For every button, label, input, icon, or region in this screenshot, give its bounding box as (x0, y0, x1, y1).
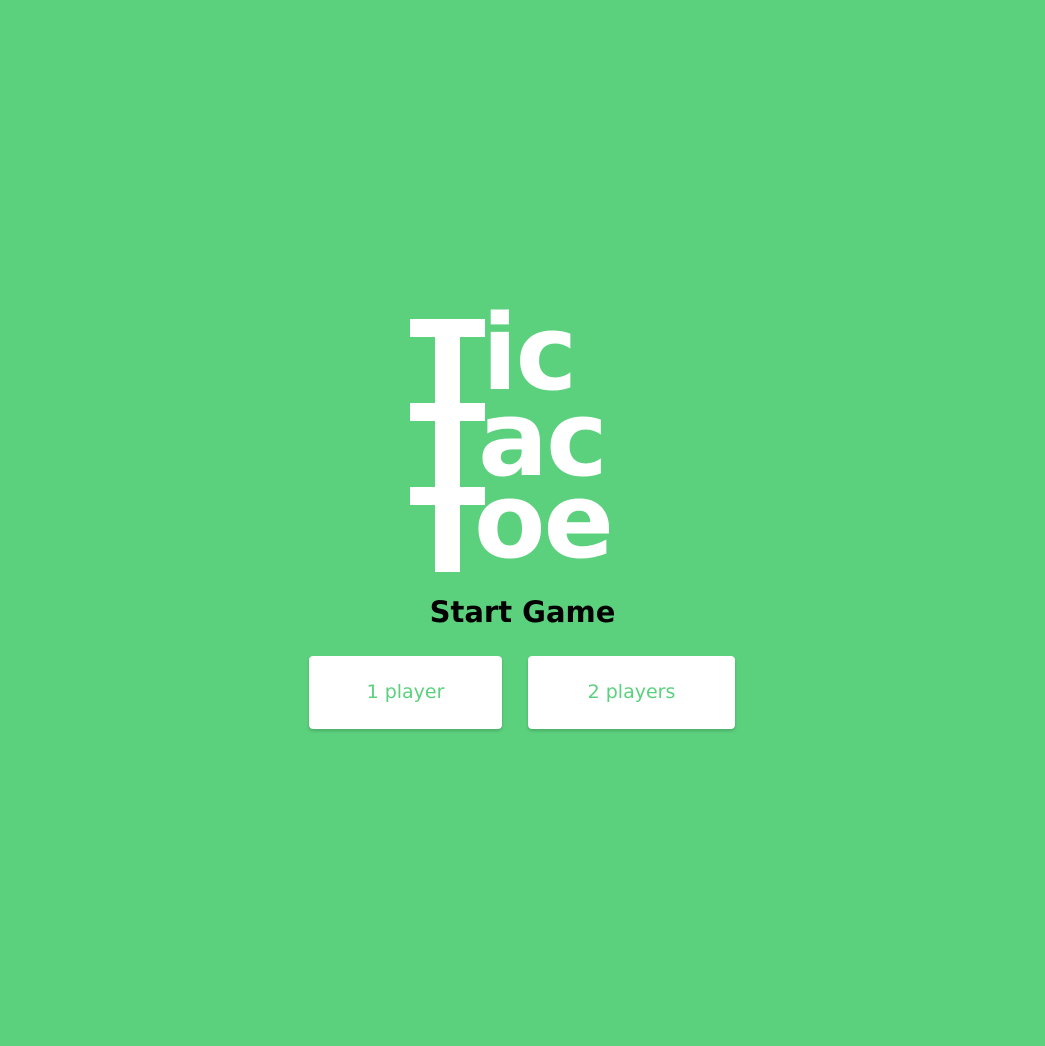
logo-t-bar-1 (410, 319, 485, 337)
logo-stem (435, 319, 460, 572)
logo-word-toe: oe (474, 460, 614, 582)
logo-t-bar-2 (410, 403, 485, 421)
game-start-screen: ic ac oe Start Game 1 player 2 players (0, 0, 1045, 1046)
two-players-button[interactable]: 2 players (528, 656, 735, 729)
one-player-button[interactable]: 1 player (309, 656, 502, 729)
start-game-title: Start Game (429, 595, 616, 629)
tic-tac-toe-logo: ic ac oe (410, 301, 640, 582)
